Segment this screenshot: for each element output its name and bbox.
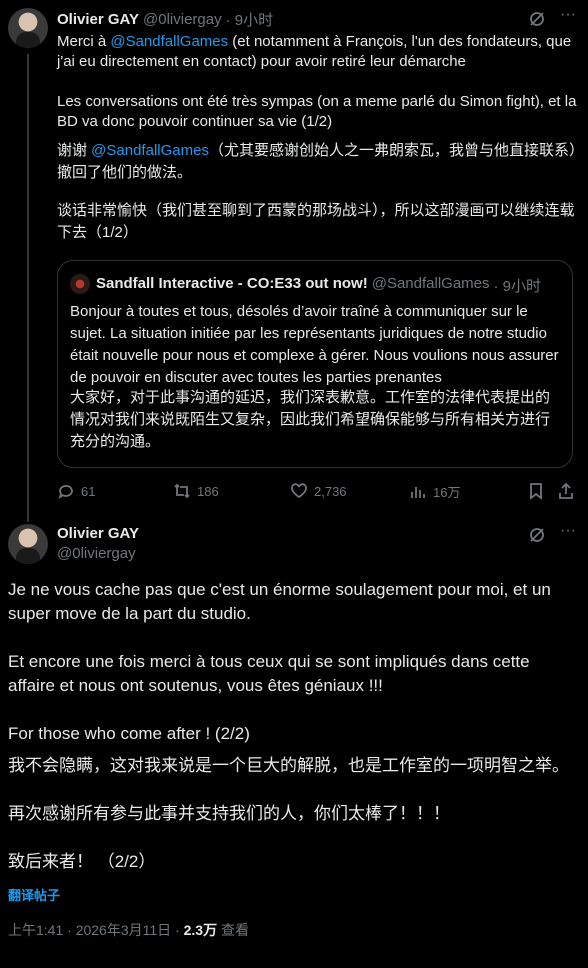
text-segment: Merci à <box>57 33 111 50</box>
reply-icon <box>58 485 73 499</box>
tweet-header: Olivier GAY @0liviergay · 9小时 <box>57 9 273 29</box>
mention-link[interactable]: @SandfallGames <box>110 33 228 50</box>
repost-icon <box>174 483 190 499</box>
translation-para2: 再次感谢所有参与此事并支持我们的人，你们太棒了！！！ <box>8 804 450 823</box>
quote-time: · 9小时 <box>493 278 542 295</box>
views-icon <box>411 486 425 498</box>
grok-icon[interactable] <box>528 526 546 549</box>
tweet-translation: 谢谢 @SandfallGames（尤其要感谢创始人之一弗朗索瓦，我曾与他直接联… <box>57 140 577 184</box>
share-icon <box>559 482 573 499</box>
avatar[interactable] <box>8 524 48 564</box>
translation-mention-link[interactable]: @SandfallGames <box>91 142 209 159</box>
views-button[interactable]: 16万 <box>409 482 460 501</box>
tweet-header: Olivier GAY @0liviergay <box>57 524 139 564</box>
reply-count: 61 <box>81 483 96 499</box>
text-segment: 谢谢 <box>57 142 92 159</box>
more-options-icon[interactable]: ··· <box>560 6 576 24</box>
more-options-icon[interactable]: ··· <box>560 522 576 540</box>
tweet-text: Merci à @SandfallGames (et notamment à F… <box>57 32 577 72</box>
views-label: 查看 <box>217 922 249 938</box>
tweet-text-para3: For those who come after ! (2/2) <box>8 724 250 743</box>
tweet-translation-para2: 谈话非常愉快（我们甚至聊到了西蒙的那场战斗），所以这部漫画可以继续连载下去（1/… <box>57 202 575 241</box>
tweet-1[interactable]: Olivier GAY @0liviergay · 9小时 ··· Merci … <box>0 0 588 522</box>
quote-avatar <box>70 274 90 294</box>
quote-text: Bonjour à toutes et tous, désolés d’avoi… <box>70 303 563 386</box>
tweet-text-para1: Je ne vous cache pas que c'est un énorme… <box>8 580 556 623</box>
action-bar: 61 186 2,736 16万 <box>57 480 577 504</box>
tweet-text-para2: Les conversations ont été très sympas (o… <box>57 93 581 130</box>
view-count: 2.3万 <box>183 922 218 938</box>
repost-count: 186 <box>197 483 219 499</box>
author-handle[interactable]: @0liviergay <box>143 11 222 28</box>
translate-post-link[interactable]: 翻译帖子 <box>8 885 60 904</box>
tweet-2[interactable]: Olivier GAY @0liviergay ··· Je ne vous c… <box>0 512 588 968</box>
bookmark-icon <box>530 483 542 500</box>
heart-icon <box>291 483 307 499</box>
translation-para1: 我不会隐瞒，这对我来说是一个巨大的解脱，也是工作室的一项明智之举。 <box>8 756 569 775</box>
thread-line <box>27 54 29 522</box>
avatar[interactable] <box>8 8 48 48</box>
author-handle[interactable]: @0liviergay <box>57 544 139 564</box>
reply-button[interactable]: 61 <box>57 482 95 500</box>
author-name[interactable]: Olivier GAY <box>57 11 139 28</box>
quote-author: Sandfall Interactive - CO:E33 out now! <box>96 275 368 292</box>
quoted-tweet[interactable]: Sandfall Interactive - CO:E33 out now! @… <box>57 260 573 468</box>
tweet-meta: 上午1:41 · 2026年3月11日 · 2.3万 查看 <box>8 920 249 940</box>
post-timestamp[interactable]: 上午1:41 · 2026年3月11日 · <box>8 922 184 938</box>
grok-icon[interactable] <box>528 10 546 33</box>
like-button[interactable]: 2,736 <box>290 482 347 500</box>
translation-para3: 致后来者！ （2/2） <box>8 852 156 871</box>
share-button[interactable] <box>557 482 575 500</box>
tweet-time[interactable]: · 9小时 <box>226 9 274 30</box>
bookmark-button[interactable] <box>527 482 545 500</box>
author-name[interactable]: Olivier GAY <box>57 524 139 544</box>
quote-handle: @SandfallGames <box>371 275 490 292</box>
tweet-text-para2: Et encore une fois merci à tous ceux qui… <box>8 652 535 695</box>
quote-header: Sandfall Interactive - CO:E33 out now! @… <box>96 275 541 296</box>
view-count: 16万 <box>433 485 461 500</box>
repost-button[interactable]: 186 <box>173 482 219 500</box>
quote-translation: 大家好，对于此事沟通的延迟，我们深表歉意。工作室的法律代表提出的情况对我们来说既… <box>70 389 551 450</box>
like-count: 2,736 <box>314 483 347 499</box>
